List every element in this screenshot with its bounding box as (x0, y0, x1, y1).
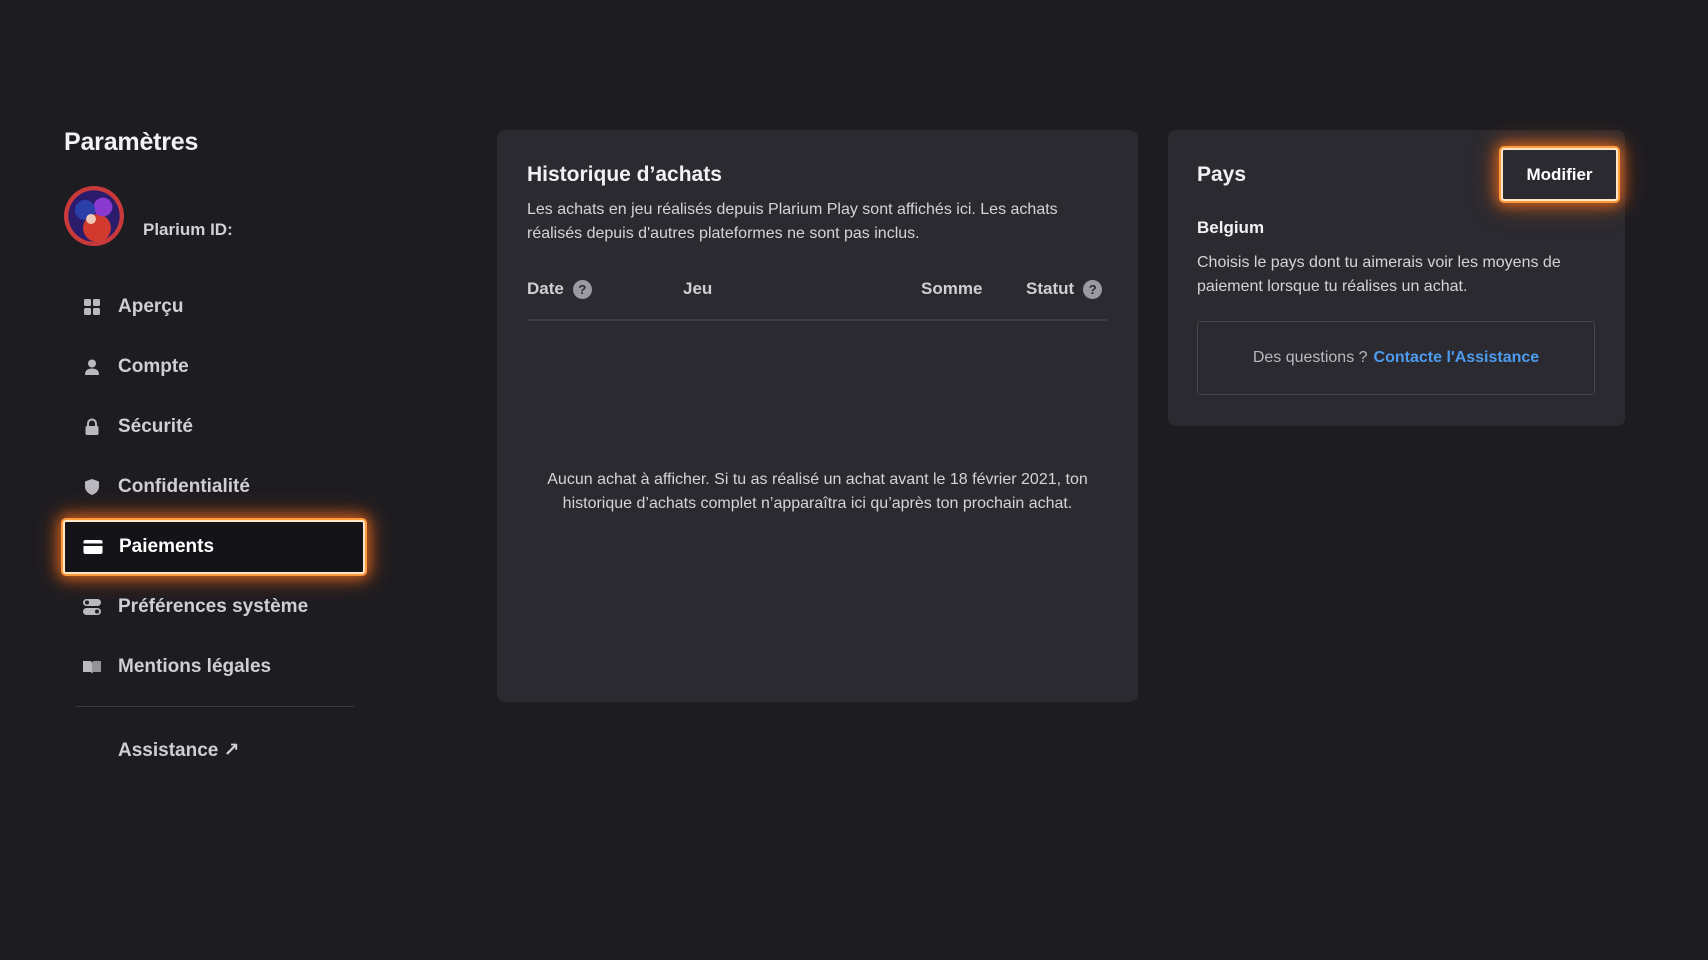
column-status: Statut ? (1026, 279, 1103, 299)
lock-icon (82, 417, 102, 437)
sidebar-item-confidentialite[interactable]: Confidentialité (64, 460, 368, 514)
sidebar-item-mentions-legales[interactable]: Mentions légales (64, 640, 368, 694)
support-box: Des questions ? Contacte l'Assistance (1197, 321, 1595, 395)
page-title: Paramètres (64, 128, 199, 156)
column-sum: Somme (921, 279, 982, 299)
settings-sidebar: Paramètres Plarium ID: Aperçu Compte Séc… (63, 128, 368, 762)
help-icon[interactable]: ? (1083, 279, 1103, 299)
sidebar-item-label: Préférences système (118, 596, 309, 617)
sidebar-nav: Aperçu Compte Sécurité Confidentialité P (63, 280, 368, 694)
help-icon[interactable]: ? (572, 279, 592, 299)
history-title: Historique d’achats (527, 163, 722, 186)
column-date: Date ? (527, 279, 592, 299)
column-status-label: Statut (1026, 279, 1075, 298)
sidebar-item-securite[interactable]: Sécurité (64, 400, 368, 454)
toggles-icon (82, 597, 102, 617)
user-icon (82, 357, 102, 377)
modify-country-button[interactable]: Modifier (1501, 148, 1618, 201)
history-description: Les achats en jeu réalisés depuis Plariu… (527, 201, 1058, 242)
sidebar-item-label: Mentions légales (118, 656, 272, 677)
sidebar-item-paiements[interactable]: Paiements (63, 520, 365, 574)
avatar[interactable] (64, 186, 124, 246)
column-sum-label: Somme (921, 279, 983, 298)
country-title: Pays (1197, 163, 1247, 186)
assistance-link[interactable]: Assistance ↗ (64, 739, 368, 762)
country-card: Pays Modifier Belgium Choisis le pays do… (1168, 130, 1625, 426)
sidebar-item-label: Sécurité (118, 416, 193, 437)
sidebar-item-compte[interactable]: Compte (64, 340, 368, 394)
book-icon (82, 657, 102, 677)
country-value: Belgium (1197, 218, 1265, 237)
sidebar-item-label: Compte (118, 356, 189, 377)
country-description: Choisis le pays dont tu aimerais voir le… (1197, 254, 1561, 295)
profile: Plarium ID: (64, 182, 368, 246)
column-game: Jeu (683, 279, 712, 299)
sidebar-item-preferences-systeme[interactable]: Préférences système (64, 580, 368, 634)
purchase-history-card: Historique d’achats Les achats en jeu ré… (497, 130, 1138, 702)
grid-icon (82, 297, 102, 317)
empty-state-message: Aucun achat à afficher. Si tu as réalisé… (547, 471, 1088, 512)
sidebar-item-label: Paiements (119, 536, 215, 557)
sidebar-divider (76, 706, 354, 707)
shield-icon (82, 477, 102, 497)
support-question: Des questions ? (1252, 349, 1368, 366)
column-game-label: Jeu (683, 279, 713, 298)
column-date-label: Date (527, 279, 564, 298)
table-header: Date ? Jeu Somme Statut ? (527, 273, 1107, 321)
plarium-id-label: Plarium ID: (143, 220, 233, 239)
contact-support-link[interactable]: Contacte l'Assistance (1374, 349, 1540, 367)
sidebar-item-label: Confidentialité (118, 476, 250, 497)
credit-card-icon (83, 537, 103, 557)
sidebar-item-label: Aperçu (118, 296, 184, 317)
sidebar-item-apercu[interactable]: Aperçu (64, 280, 368, 334)
